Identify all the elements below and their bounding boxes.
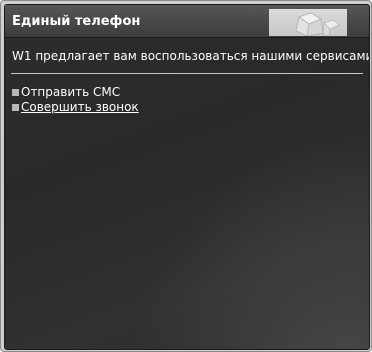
title-bar[interactable]: Единый телефон (5, 5, 369, 38)
service-link-call[interactable]: Совершить звонок (12, 100, 139, 114)
square-bullet-icon (12, 103, 19, 111)
cube-logo-icon (269, 9, 347, 36)
send-sms-link[interactable]: Отправить СМС (21, 85, 120, 99)
service-link-sms[interactable]: Отправить СМС (12, 85, 139, 99)
gadget-panel: Единый телефон W1 предлагает вам восполь… (4, 4, 370, 350)
square-bullet-icon (12, 88, 19, 96)
service-links: Отправить СМС Совершить звонок (12, 85, 139, 115)
divider (11, 73, 363, 74)
window-title: Единый телефон (12, 14, 141, 29)
gadget-frame: Единый телефон W1 предлагает вам восполь… (0, 0, 372, 352)
intro-text: W1 предлагает вам воспользоваться нашими… (12, 49, 370, 63)
make-call-link[interactable]: Совершить звонок (21, 100, 139, 114)
